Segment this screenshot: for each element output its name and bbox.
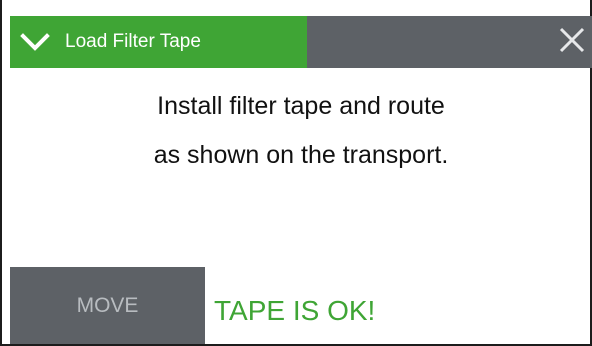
- dialog-header: Load Filter Tape: [10, 16, 592, 68]
- move-button[interactable]: MOVE: [10, 267, 205, 344]
- instruction-line-2: as shown on the transport.: [153, 141, 449, 169]
- dialog-title: Load Filter Tape: [65, 31, 201, 52]
- load-filter-tape-dialog: Load Filter Tape Install filter tape and…: [0, 0, 592, 346]
- title-tab[interactable]: Load Filter Tape: [10, 16, 307, 68]
- tape-status-text: TAPE IS OK!: [214, 295, 376, 326]
- close-icon[interactable]: [557, 25, 587, 60]
- close-button[interactable]: [552, 16, 592, 68]
- chevron-down-icon[interactable]: [20, 32, 50, 52]
- instruction-message: Install filter tape and route as shown o…: [10, 82, 592, 180]
- instruction-line-1: Install filter tape and route: [157, 92, 445, 120]
